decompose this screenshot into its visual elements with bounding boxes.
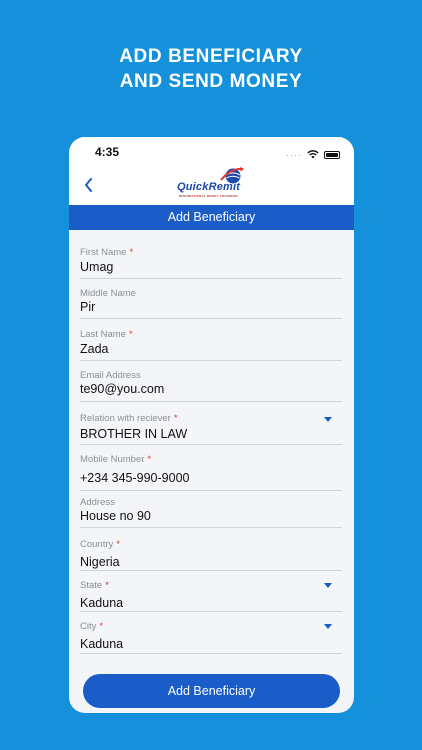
required-mark: * xyxy=(116,539,120,550)
status-bar: 4:35 ···· xyxy=(69,137,354,167)
signal-dots-icon: ···· xyxy=(286,150,302,160)
page-title: Add Beneficiary xyxy=(69,205,354,230)
field-label: Address xyxy=(80,497,115,508)
field-label: State * xyxy=(80,580,109,591)
field-label: Middle Name xyxy=(80,288,136,299)
logo-wordmark: QuickRemit xyxy=(177,181,240,193)
add-beneficiary-button[interactable]: Add Beneficiary xyxy=(83,674,340,708)
field-label: Last Name * xyxy=(80,329,133,340)
headline-line-2: AND SEND MONEY xyxy=(119,71,303,92)
beneficiary-form: First Name * Umag Middle Name Pir Last Na… xyxy=(80,230,342,654)
wifi-icon xyxy=(307,146,319,164)
chevron-down-icon[interactable] xyxy=(324,624,332,629)
city-value: Kaduna xyxy=(80,637,124,651)
required-mark: * xyxy=(173,413,178,424)
address-value[interactable]: House no 90 xyxy=(80,509,151,523)
mobile-number-value[interactable]: +234 345-990-9000 xyxy=(80,471,189,485)
email-field[interactable]: Email Address te90@you.com xyxy=(80,361,342,402)
city-dropdown[interactable]: City * Kaduna xyxy=(80,612,342,654)
email-value[interactable]: te90@you.com xyxy=(80,382,164,396)
status-time: 4:35 xyxy=(95,145,120,159)
phone-screen: 4:35 ···· QuickRemit INTERNATIONAL MONEY… xyxy=(69,137,354,713)
logo-remit: Remit xyxy=(208,181,241,193)
middle-name-field[interactable]: Middle Name Pir xyxy=(80,279,342,319)
chevron-down-icon[interactable] xyxy=(324,417,332,422)
quickremit-logo: QuickRemit INTERNATIONAL MONEY TRANSFER xyxy=(173,167,249,201)
app-header: QuickRemit INTERNATIONAL MONEY TRANSFER xyxy=(69,167,354,205)
headline: ADD BENEFICIARY AND SEND MONEY xyxy=(0,44,422,94)
country-value[interactable]: Nigeria xyxy=(80,555,120,569)
first-name-field[interactable]: First Name * Umag xyxy=(80,230,342,279)
required-mark: * xyxy=(99,621,104,632)
country-field[interactable]: Country * Nigeria xyxy=(80,528,342,571)
first-name-value[interactable]: Umag xyxy=(80,260,113,274)
address-field[interactable]: Address House no 90 xyxy=(80,491,342,528)
mobile-number-field[interactable]: Mobile Number * +234 345-990-9000 xyxy=(80,445,342,491)
status-icons: ···· xyxy=(286,146,340,164)
middle-name-value[interactable]: Pir xyxy=(80,300,95,314)
field-label: Email Address xyxy=(80,370,141,381)
field-label: First Name * xyxy=(80,247,134,258)
battery-icon xyxy=(324,151,340,159)
required-mark: * xyxy=(105,580,109,591)
relation-dropdown[interactable]: Relation with reciever * BROTHER IN LAW xyxy=(80,402,342,445)
field-label: Country * xyxy=(80,539,120,550)
field-label: Relation with reciever * xyxy=(80,413,178,424)
chevron-left-icon xyxy=(84,178,92,192)
back-button[interactable] xyxy=(79,175,97,195)
state-dropdown[interactable]: State * Kaduna xyxy=(80,571,342,612)
last-name-field[interactable]: Last Name * Zada xyxy=(80,319,342,361)
required-mark: * xyxy=(128,329,133,340)
headline-line-1: ADD BENEFICIARY xyxy=(119,46,303,67)
required-mark: * xyxy=(147,454,152,465)
chevron-down-icon[interactable] xyxy=(324,583,332,588)
logo-quick: Quick xyxy=(177,181,209,193)
relation-value: BROTHER IN LAW xyxy=(80,427,188,441)
field-label: Mobile Number * xyxy=(80,454,152,465)
logo-tagline: INTERNATIONAL MONEY TRANSFER xyxy=(179,194,238,198)
required-mark: * xyxy=(129,247,134,258)
last-name-value[interactable]: Zada xyxy=(80,342,109,356)
field-label: City * xyxy=(80,621,104,632)
state-value: Kaduna xyxy=(80,596,124,610)
